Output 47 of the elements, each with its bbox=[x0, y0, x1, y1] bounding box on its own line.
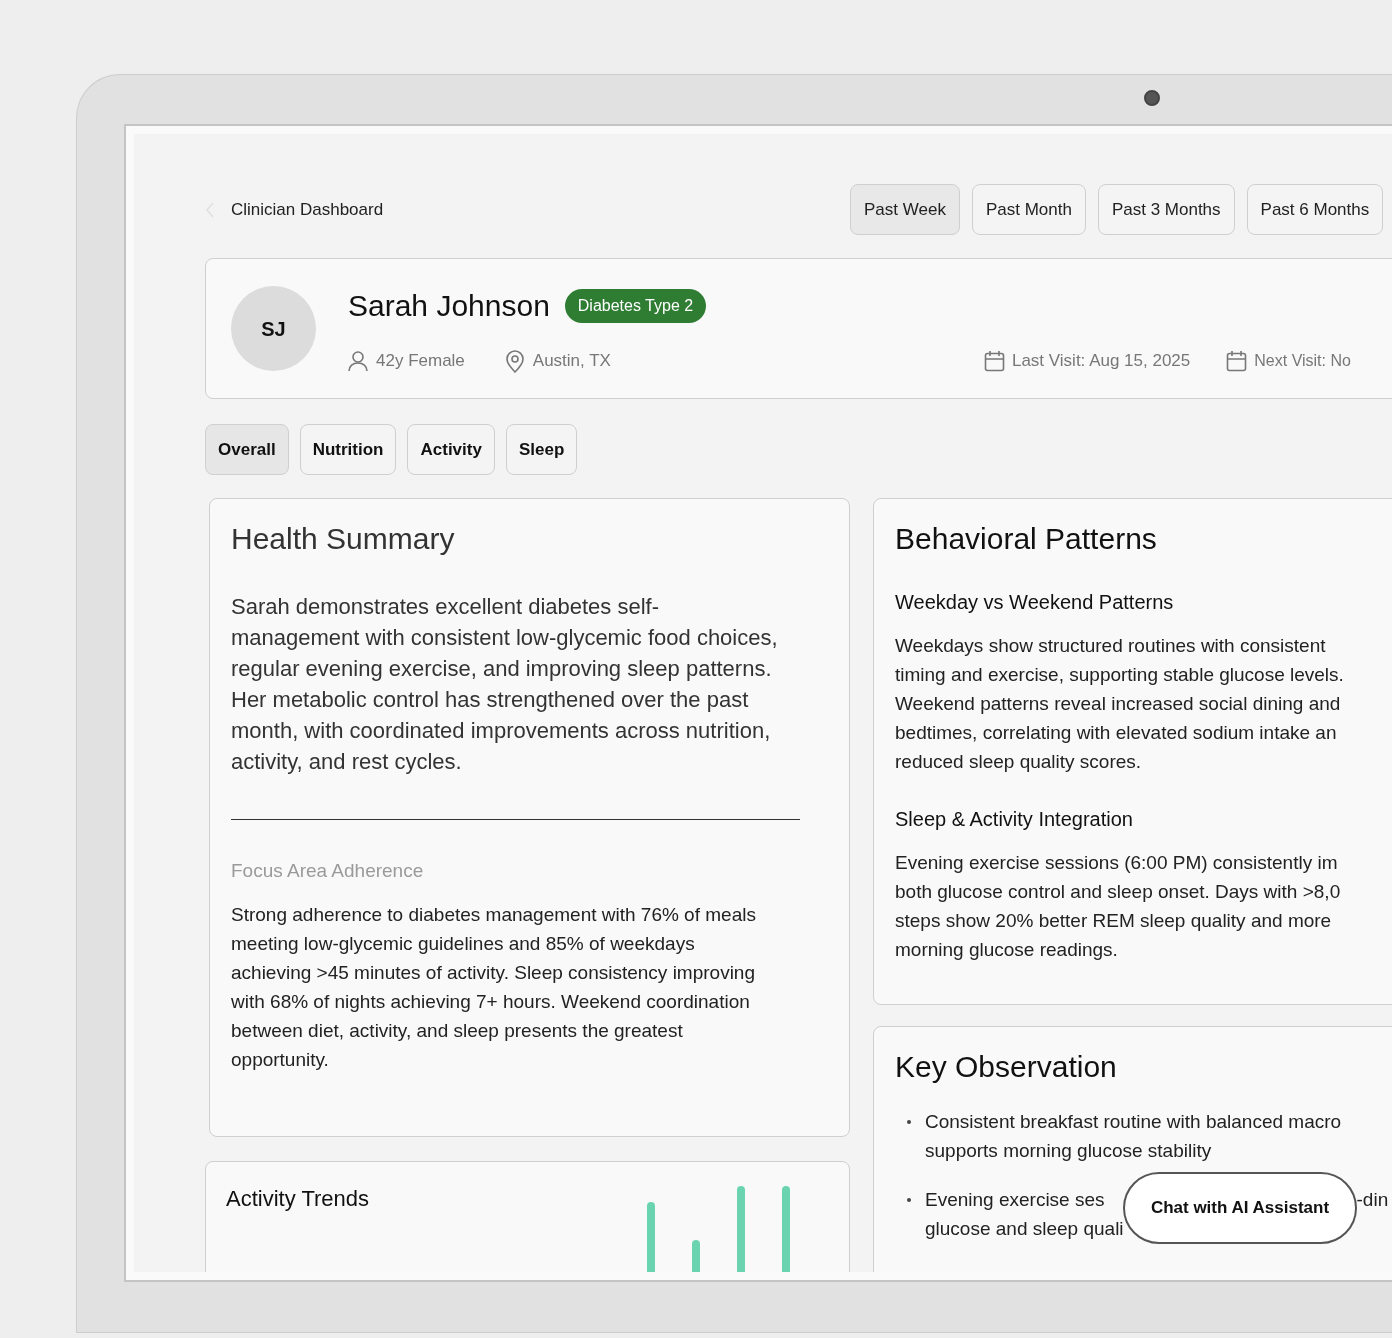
paragraph-line: steps show 20% better REM sleep quality and more bbox=[895, 909, 1332, 933]
summary-paragraph: Sarah demonstrates excellent diabetes self-management with consistent low-glycemic food choices, regular evening exercise, and improving sleep patterns. Her metabolic control has strengthened over the past month, with coordinated improvements across nutrition, activity, and rest cycles. bbox=[231, 593, 779, 776]
time-range-button[interactable]: Past Month bbox=[971, 184, 1086, 235]
card-title: Health Summary bbox=[231, 521, 456, 557]
card-title: Behavioral Patterns bbox=[895, 521, 1158, 557]
paragraph-line: Weekend patterns reveal increased social dining and bbox=[895, 692, 1341, 716]
time-range-button[interactable]: Past Week bbox=[850, 184, 960, 235]
adherence-paragraph: Strong adherence to diabetes management with 76% of meals meeting low-glycemic guidelines and 85% of weekdays achieving >45 minutes of activity. Sleep consistency improving with 68% of nights achieving 7+ hours. Weekend coordination between diet, activity, and sleep presents the greatest opportunity. bbox=[231, 903, 756, 1072]
tab[interactable]: Nutrition bbox=[299, 424, 397, 475]
bullet-text: Evening exercise ses bbox=[925, 1188, 1105, 1212]
calendar-icon bbox=[1226, 350, 1248, 372]
patient-name: Sarah Johnson bbox=[348, 288, 550, 325]
card-title: Key Observation bbox=[895, 1049, 1118, 1085]
calendar-icon bbox=[983, 350, 1005, 372]
time-range-button[interactable]: Past 6 Months bbox=[1246, 184, 1384, 235]
location-text: Austin, TX bbox=[532, 350, 611, 373]
tab[interactable]: Overall bbox=[205, 424, 289, 475]
tab[interactable]: Sleep bbox=[505, 424, 578, 475]
tab[interactable]: Activity bbox=[407, 424, 495, 475]
bullet-text: Consistent breakfast routine with balanced macro bbox=[925, 1110, 1342, 1134]
last-visit-text: Last Visit: Aug 15, 2025 bbox=[1011, 350, 1191, 373]
time-range-button[interactable]: Past 3 Months bbox=[1097, 184, 1235, 235]
paragraph-line: reduced sleep quality scores. bbox=[895, 750, 1142, 774]
avatar: SJ bbox=[231, 286, 316, 371]
bullet-icon bbox=[907, 1198, 911, 1202]
section-heading: Weekday vs Weekend Patterns bbox=[895, 590, 1175, 615]
condition-badge: Diabetes Type 2 bbox=[564, 288, 707, 323]
chat-button[interactable]: Chat with AI Assistant bbox=[1123, 1172, 1357, 1244]
bullet-text: glucose and sleep quali bbox=[925, 1217, 1124, 1241]
camera-icon bbox=[1144, 90, 1160, 106]
paragraph-line: timing and exercise, supporting stable glucose levels. bbox=[895, 663, 1344, 687]
paragraph-line: bedtimes, correlating with elevated sodium intake an bbox=[895, 721, 1337, 745]
next-visit-text: Next Visit: No bbox=[1254, 351, 1351, 371]
bullet-text: supports morning glucose stability bbox=[925, 1139, 1212, 1163]
section-heading: Sleep & Activity Integration bbox=[895, 807, 1134, 832]
breadcrumb-link[interactable]: Clinician Dashboard bbox=[231, 196, 384, 223]
paragraph-line: Evening exercise sessions (6:00 PM) consistently im bbox=[895, 851, 1338, 875]
demographics-text: 42y Female bbox=[376, 350, 465, 373]
paragraph-line: both glucose control and sleep onset. Days with >8,0 bbox=[895, 880, 1341, 904]
section-label: Focus Area Adherence bbox=[231, 859, 425, 883]
card-title: Activity Trends bbox=[226, 1185, 371, 1213]
location-pin-icon bbox=[504, 349, 525, 373]
bullet-icon bbox=[907, 1120, 911, 1124]
paragraph-line: morning glucose readings. bbox=[895, 938, 1118, 962]
bullet-text: -din bbox=[1356, 1188, 1389, 1212]
paragraph-line: Weekdays show structured routines with consistent bbox=[895, 634, 1326, 658]
person-icon bbox=[348, 350, 368, 372]
